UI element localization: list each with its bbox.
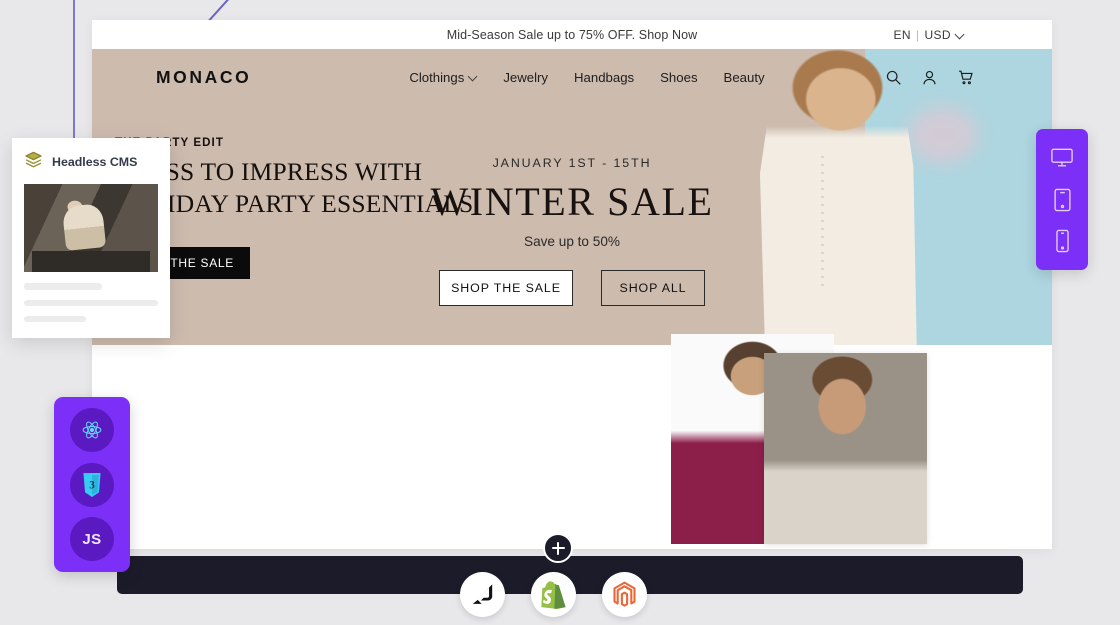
platform-logo-group [460,572,647,617]
device-preview-rail [1036,129,1088,270]
shopify-logo[interactable] [531,572,576,617]
nav-icon-group [885,69,974,86]
editorial-image-primary [764,353,927,544]
layers-stack-icon [24,150,43,174]
cms-card-photo [24,184,158,272]
hero-decorative-blob [908,107,978,163]
cms-skeleton-line [24,316,86,322]
cms-card-header: Headless CMS [24,150,158,174]
locale-selector[interactable]: EN | USD [893,28,964,42]
mobile-icon[interactable] [1048,228,1076,254]
chevron-down-icon [956,31,964,39]
shopping-cart-icon[interactable] [957,69,974,86]
site-navbar: MONACO Clothings Jewelry Handbags Shoes … [92,49,1052,105]
add-platform-button[interactable] [543,533,573,563]
shop-the-sale-button[interactable]: SHOP THE SALE [439,270,573,306]
javascript-icon[interactable]: JS [70,517,114,562]
locale-language: EN [893,27,911,42]
react-icon[interactable] [70,407,114,452]
tablet-icon[interactable] [1048,187,1076,213]
user-account-icon[interactable] [921,69,938,86]
chevron-down-icon [469,73,477,81]
headless-cms-card[interactable]: Headless CMS [12,138,170,338]
nav-link-label: Clothings [409,69,465,85]
nav-link-jewelry[interactable]: Jewelry [503,70,548,85]
cms-skeleton-line [24,283,102,290]
cms-card-title: Headless CMS [52,155,138,169]
page-root: Mid-Season Sale up to 75% OFF. Shop Now … [0,0,1120,625]
search-icon[interactable] [885,69,902,86]
magento-logo[interactable] [602,572,647,617]
hero-title: WINTER SALE [430,179,714,224]
hero-button-group: SHOP THE SALE SHOP ALL [92,270,1052,306]
nav-link-beauty[interactable]: Beauty [724,70,765,85]
brand-logo[interactable]: MONACO [156,67,251,88]
css3-icon[interactable]: 3 [70,462,114,507]
announcement-text[interactable]: Mid-Season Sale up to 75% OFF. Shop Now [447,28,698,42]
announcement-bar: Mid-Season Sale up to 75% OFF. Shop Now … [92,20,1052,49]
tech-stack-rail: 3 JS [54,397,130,572]
locale-divider: | [915,27,920,42]
nav-links: Clothings Jewelry Handbags Shoes Beauty [409,70,764,85]
svg-text:3: 3 [89,479,95,491]
decorative-vertical-line [73,0,75,143]
nav-link-shoes[interactable]: Shoes [660,70,697,85]
hero-banner: MONACO Clothings Jewelry Handbags Shoes … [92,49,1052,345]
hero-subtitle: Save up to 50% [524,234,620,249]
hero-copy: JANUARY 1ST - 15TH WINTER SALE Save up t… [92,156,1052,306]
javascript-label: JS [82,530,102,548]
locale-currency: USD [924,27,951,42]
desktop-icon[interactable] [1048,145,1076,171]
hero-kicker: JANUARY 1ST - 15TH [492,156,652,170]
shop-all-button[interactable]: SHOP ALL [601,270,705,306]
nav-link-handbags[interactable]: Handbags [574,70,634,85]
cms-skeleton-line [24,300,158,306]
nav-link-clothings[interactable]: Clothings [409,70,477,85]
bigcommerce-logo[interactable] [460,572,505,617]
